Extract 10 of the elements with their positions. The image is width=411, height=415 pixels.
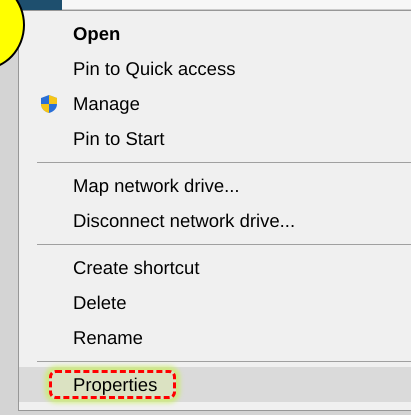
menu-item[interactable]: Map network drive... <box>19 168 411 203</box>
menu-item[interactable]: Properties <box>19 367 411 402</box>
shield-icon <box>39 94 59 114</box>
menu-item[interactable]: Delete <box>19 285 411 320</box>
menu-item[interactable]: Disconnect network drive... <box>19 203 411 238</box>
menu-item[interactable]: Rename <box>19 320 411 355</box>
window-title-bar <box>18 0 62 10</box>
menu-item[interactable]: Manage <box>19 86 411 121</box>
menu-item[interactable]: Pin to Start <box>19 121 411 156</box>
menu-item[interactable]: Create shortcut <box>19 250 411 285</box>
